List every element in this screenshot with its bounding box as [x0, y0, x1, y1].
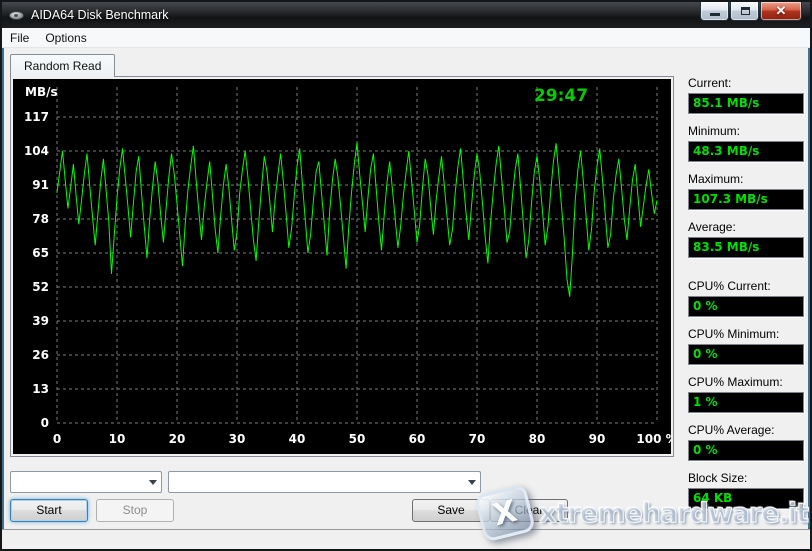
window-title: AIDA64 Disk Benchmark: [31, 8, 169, 22]
stop-button[interactable]: Stop: [96, 499, 174, 522]
title-bar: AIDA64 Disk Benchmark ✕: [2, 2, 810, 28]
stat-value-average: 83.5 MB/s: [688, 237, 804, 258]
stat-label-average: Average:: [688, 220, 804, 234]
svg-text:104: 104: [24, 144, 49, 158]
svg-text:0: 0: [41, 416, 49, 430]
chevron-down-icon: [463, 472, 480, 492]
svg-text:52: 52: [32, 280, 49, 294]
menu-bar: File Options: [2, 28, 810, 48]
benchmark-type-select[interactable]: Random Read: [10, 471, 162, 493]
svg-text:50: 50: [349, 432, 366, 446]
app-window: AIDA64 Disk Benchmark ✕ File Options Ran…: [0, 0, 812, 551]
status-bar: [2, 530, 810, 549]
svg-text:13: 13: [32, 382, 49, 396]
start-button[interactable]: Start: [10, 499, 88, 522]
svg-text:90: 90: [589, 432, 606, 446]
stat-label-current: Current:: [688, 76, 804, 90]
stat-value-cpu-average: 0 %: [688, 440, 804, 461]
svg-text:70: 70: [469, 432, 486, 446]
stat-value-maximum: 107.3 MB/s: [688, 189, 804, 210]
stat-value-minimum: 48.3 MB/s: [688, 141, 804, 162]
stat-label-cpu-minimum: CPU% Minimum:: [688, 327, 804, 341]
svg-text:39: 39: [32, 314, 49, 328]
clear-button[interactable]: Clear: [490, 499, 568, 522]
svg-text:80: 80: [529, 432, 546, 446]
svg-text:26: 26: [32, 348, 49, 362]
disk-icon: [9, 9, 25, 21]
save-button[interactable]: Save: [412, 499, 490, 522]
elapsed-time: 29:47: [518, 86, 604, 106]
y-axis-unit-label: MB/s: [25, 85, 58, 99]
svg-text:100 %: 100 %: [636, 432, 671, 446]
tab-random-read[interactable]: Random Read: [10, 54, 115, 77]
menu-options[interactable]: Options: [37, 28, 94, 48]
maximize-button[interactable]: [730, 2, 759, 21]
drive-select[interactable]: Disk Drive #0 [SAMSUNG HD154UI] (1397.3 …: [168, 471, 481, 493]
close-icon: ✕: [761, 3, 801, 19]
minimize-button[interactable]: [700, 2, 729, 21]
stat-value-cpu-minimum: 0 %: [688, 344, 804, 365]
stat-label-minimum: Minimum:: [688, 124, 804, 138]
svg-text:117: 117: [24, 110, 49, 124]
stat-label-cpu-average: CPU% Average:: [688, 423, 804, 437]
svg-text:40: 40: [289, 432, 306, 446]
svg-text:20: 20: [169, 432, 186, 446]
benchmark-chart: 0 10 20 30 40 50 60 70 80 90 100 % 117 104 91 78 65 52 39…: [13, 79, 671, 454]
stat-value-current: 85.1 MB/s: [688, 93, 804, 114]
svg-text:65: 65: [32, 246, 49, 260]
svg-text:0: 0: [53, 432, 61, 446]
svg-text:60: 60: [409, 432, 426, 446]
minimize-icon: [710, 13, 720, 16]
stat-label-cpu-maximum: CPU% Maximum:: [688, 375, 804, 389]
svg-text:91: 91: [32, 178, 49, 192]
menu-file[interactable]: File: [2, 28, 37, 48]
stats-panel: Current: 85.1 MB/s Minimum: 48.3 MB/s Ma…: [688, 72, 804, 509]
maximize-icon: [741, 7, 750, 15]
stat-value-block-size: 64 KB: [688, 488, 804, 509]
chart-canvas: 0 10 20 30 40 50 60 70 80 90 100 % 117 104 91 78 65 52 39…: [13, 79, 671, 454]
stat-label-maximum: Maximum:: [688, 172, 804, 186]
svg-text:30: 30: [229, 432, 246, 446]
svg-text:10: 10: [109, 432, 126, 446]
stat-label-cpu-current: CPU% Current:: [688, 279, 804, 293]
svg-text:78: 78: [32, 212, 49, 226]
stat-value-cpu-maximum: 1 %: [688, 392, 804, 413]
stat-value-cpu-current: 0 %: [688, 296, 804, 317]
stat-label-block-size: Block Size:: [688, 471, 804, 485]
tab-page: 0 10 20 30 40 50 60 70 80 90 100 % 117 104 91 78 65 52 39…: [10, 76, 674, 457]
close-button[interactable]: ✕: [760, 2, 802, 21]
chevron-down-icon: [144, 472, 161, 492]
